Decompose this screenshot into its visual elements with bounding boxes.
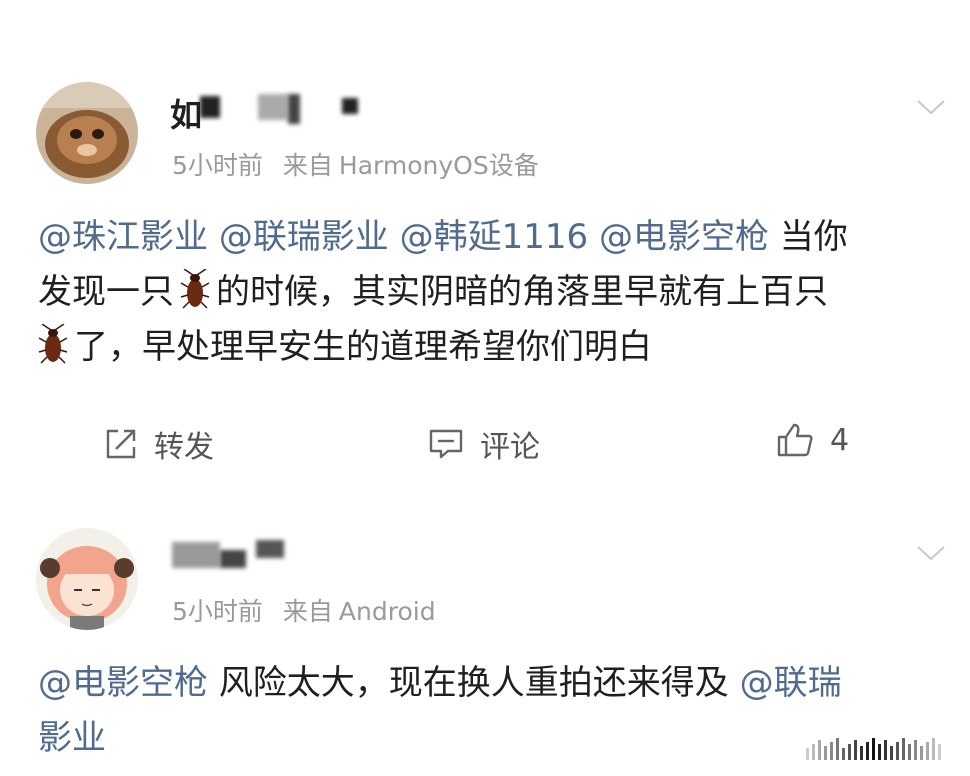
comment-icon bbox=[429, 429, 463, 459]
username[interactable] bbox=[170, 538, 310, 578]
comment-button[interactable]: 评论 bbox=[428, 422, 540, 466]
mention[interactable]: @电影空枪 bbox=[38, 663, 208, 703]
comment-text: @珠江影业 @联瑞影业 @韩延1116 @电影空枪 当你 发现一只 的时候，其实… bbox=[38, 210, 943, 375]
username-redacted bbox=[342, 98, 358, 114]
mention[interactable]: @联瑞 bbox=[740, 663, 842, 703]
username[interactable]: 如 bbox=[170, 88, 390, 134]
text-segment: 风险太大，现在换人重拍还来得及 bbox=[218, 663, 729, 703]
share-icon bbox=[106, 429, 136, 459]
post-meta: 5小时前 来自 HarmonyOS设备 bbox=[172, 146, 559, 182]
like-count: 4 bbox=[830, 422, 850, 458]
cockroach-icon bbox=[38, 324, 68, 364]
username-redacted bbox=[256, 540, 284, 558]
source-prefix: 来自 bbox=[282, 151, 333, 180]
comment-label: 评论 bbox=[480, 430, 540, 465]
watermark-bars bbox=[806, 738, 941, 760]
mention[interactable]: @电影空枪 bbox=[599, 217, 769, 257]
text-segment: 的时候，其实阴暗的角落里早就有上百只 bbox=[216, 272, 828, 312]
post-meta: 5小时前 来自 Android bbox=[172, 592, 456, 628]
username-redacted bbox=[220, 550, 246, 568]
mention[interactable]: @联瑞影业 bbox=[219, 217, 389, 257]
weibo-comment-1: 如 5小时前 来自 HarmonyOS设备 @珠江影业 @联瑞影业 @韩延1116 … bbox=[0, 0, 970, 500]
mention[interactable]: @珠江影业 bbox=[38, 217, 208, 257]
chevron-down-icon[interactable] bbox=[916, 98, 946, 116]
like-button[interactable]: 4 bbox=[776, 422, 849, 458]
post-source: Android bbox=[338, 597, 436, 626]
post-source: HarmonyOS设备 bbox=[338, 151, 539, 180]
text-segment: 当你 bbox=[779, 217, 848, 257]
username-redacted bbox=[200, 96, 220, 118]
cockroach-icon bbox=[180, 269, 210, 309]
post-time: 5小时前 bbox=[172, 597, 263, 626]
text-segment: 发现一只 bbox=[38, 272, 174, 312]
source-prefix: 来自 bbox=[282, 597, 333, 626]
like-icon bbox=[777, 423, 813, 457]
username-redacted bbox=[288, 94, 300, 124]
avatar[interactable] bbox=[36, 82, 138, 184]
post-time: 5小时前 bbox=[172, 151, 263, 180]
avatar[interactable] bbox=[36, 528, 138, 630]
mention-continued[interactable]: 影业 bbox=[38, 718, 106, 758]
weibo-comment-2: 5小时前 来自 Android @电影空枪 风险太大，现在换人重拍还来得及 @联瑞 … bbox=[0, 500, 970, 776]
text-segment: 了，早处理早安生的道理希望你们明白 bbox=[74, 327, 652, 367]
username-visible-char: 如 bbox=[170, 96, 203, 134]
username-redacted bbox=[258, 94, 288, 120]
mention[interactable]: @韩延1116 bbox=[400, 217, 589, 257]
chevron-down-icon[interactable] bbox=[916, 544, 946, 562]
action-bar: 转发 评论 4 bbox=[0, 422, 970, 472]
username-redacted bbox=[172, 542, 220, 568]
repost-button[interactable]: 转发 bbox=[104, 422, 214, 466]
repost-label: 转发 bbox=[154, 430, 214, 465]
